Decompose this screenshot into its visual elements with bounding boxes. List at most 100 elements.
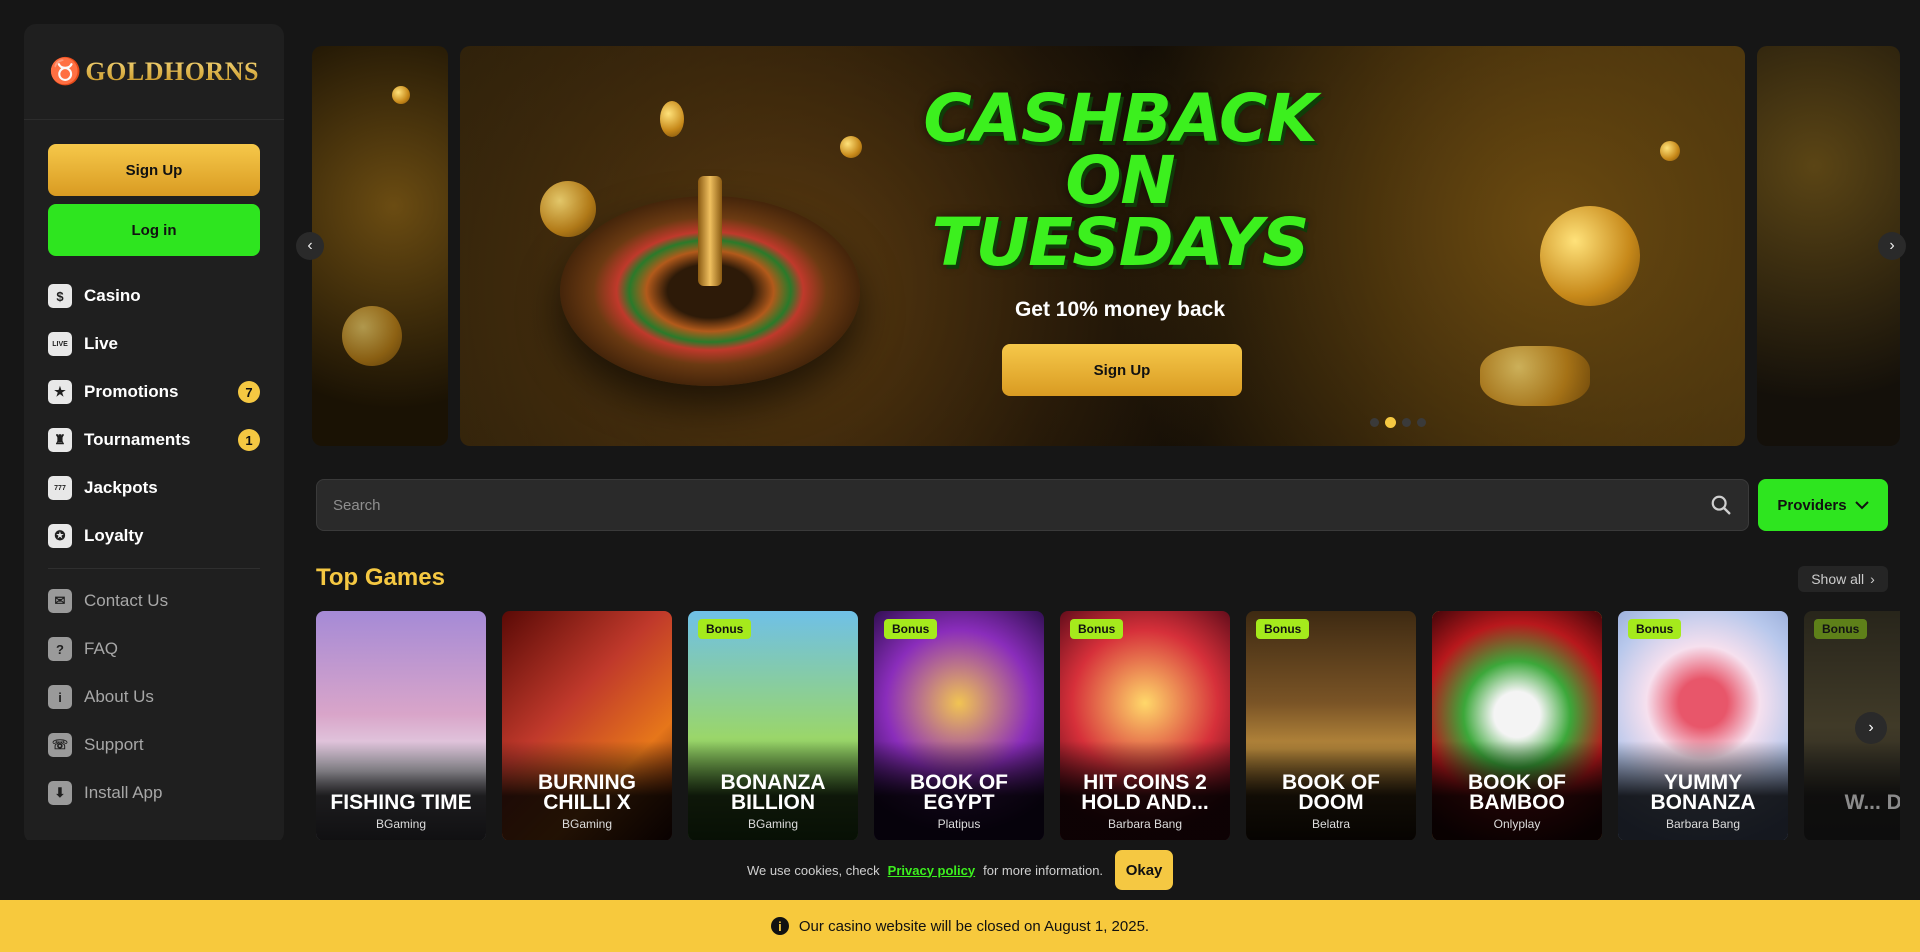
game-title: W... DE... [1844, 791, 1900, 814]
game-title: BOOK OF DOOM [1282, 771, 1380, 814]
carousel-dot[interactable] [1370, 418, 1379, 427]
banner-signup-button[interactable]: Sign Up [1002, 344, 1242, 396]
chevron-down-icon [1854, 501, 1869, 510]
game-provider: BGaming [561, 817, 613, 831]
game-tile[interactable]: BONANZA BILLION BGaming Bonus [688, 611, 858, 841]
chevron-right-icon: › [1870, 571, 1875, 587]
loyalty-icon: ✪ [48, 524, 72, 548]
cookie-okay-button[interactable]: Okay [1115, 850, 1174, 890]
signup-button[interactable]: Sign Up [48, 144, 260, 196]
download-icon: ⬇ [48, 781, 72, 805]
sidebar-item-label: Tournaments [84, 430, 191, 449]
search-icon[interactable] [1710, 494, 1732, 516]
live-icon: LIVE [48, 332, 72, 356]
game-tile[interactable]: FISHING TIME BGaming [316, 611, 486, 841]
game-title: BOOK OF EGYPT [910, 771, 1008, 814]
jackpot-icon: 777 [48, 476, 72, 500]
bonus-badge: Bonus [1628, 619, 1682, 639]
sidebar-item-label: Support [84, 735, 144, 754]
cookie-text-after: for more information. [983, 862, 1104, 878]
sidebar-item-jackpots[interactable]: 777 Jackpots [48, 464, 260, 512]
bonus-badge: Bonus [1256, 619, 1310, 639]
carousel-active-slide[interactable]: CASHBACK ON TUESDAYS Get 10% money back … [460, 46, 1745, 446]
games-next-arrow-icon[interactable]: › [1855, 712, 1887, 744]
sidebar-item-label: About Us [84, 687, 154, 706]
show-all-label: Show all [1811, 571, 1865, 587]
sidebar-item-label: Casino [84, 286, 141, 305]
game-tile[interactable]: BOOK OF BAMBOO Onlyplay [1432, 611, 1602, 841]
top-games-row: FISHING TIME BGaming BURNING CHILLI X BGami… [316, 611, 1900, 841]
privacy-policy-link[interactable]: Privacy policy [888, 863, 975, 878]
game-title: BONANZA BILLION [720, 771, 826, 814]
sidebar-item-casino[interactable]: $ Casino [48, 272, 260, 320]
sidebar-item-label: Promotions [84, 382, 179, 401]
sidebar-nav: $ Casino LIVE Live ★ Promotions 7 ♜ Tournaments 1… [48, 272, 260, 817]
top-games-title: Top Games [316, 564, 445, 591]
cookie-banner: We use cookies, check Privacy policy for… [0, 840, 1920, 900]
cookie-text-before: We use cookies, check [746, 862, 880, 878]
casino-chip-icon: $ [48, 284, 72, 308]
sidebar-item-about-us[interactable]: i About Us [48, 673, 260, 721]
sidebar-item-install-app[interactable]: ⬇ Install App [48, 769, 260, 817]
carousel-dots [1370, 417, 1426, 428]
sidebar-item-contact-us[interactable]: ✉ Contact Us [48, 577, 260, 625]
game-title: HIT COINS 2 HOLD AND... [1081, 771, 1209, 814]
about-icon: i [48, 685, 72, 709]
promo-carousel: CASHBACK ON TUESDAYS Get 10% money back … [296, 46, 1906, 446]
horns-logo-icon: ♉ [49, 56, 82, 86]
sidebar-item-tournaments[interactable]: ♜ Tournaments 1 [48, 416, 260, 464]
game-tile[interactable]: YUMMY BONANZA Barbara Bang Bonus [1618, 611, 1788, 841]
game-title: BURNING CHILLI X [538, 771, 636, 814]
bonus-badge: Bonus [1070, 619, 1124, 639]
carousel-next-arrow-icon[interactable]: › [1878, 232, 1906, 260]
game-provider: BGaming [375, 817, 427, 831]
search-input[interactable]: Search [316, 479, 1749, 531]
sidebar-item-label: Install App [84, 783, 163, 802]
nav-divider [48, 568, 260, 569]
logo-text: GOLDHORNS [85, 56, 259, 86]
support-icon: ☏ [48, 733, 72, 757]
game-tile[interactable]: BOOK OF EGYPT Platipus Bonus [874, 611, 1044, 841]
providers-dropdown[interactable]: Providers [1758, 479, 1888, 531]
sidebar-item-label: Live [84, 334, 119, 353]
bonus-badge: Bonus [1814, 619, 1868, 639]
sidebar-item-label: Jackpots [84, 478, 158, 497]
game-provider: Onlyplay [1493, 817, 1541, 831]
sidebar-item-live[interactable]: LIVE Live [48, 320, 260, 368]
providers-label: Providers [1777, 496, 1847, 514]
search-placeholder: Search [333, 496, 381, 514]
game-provider: Belatra [1311, 817, 1351, 831]
carousel-dot[interactable] [1417, 418, 1426, 427]
carousel-dot[interactable] [1385, 417, 1396, 428]
game-tile[interactable]: HIT COINS 2 HOLD AND... Barbara Bang Bonus [1060, 611, 1230, 841]
sidebar-item-label: FAQ [84, 639, 119, 658]
show-all-link[interactable]: Show all › [1798, 566, 1888, 592]
banner-headline: CASHBACK ON TUESDAYS [923, 80, 1317, 281]
count-badge: 7 [238, 381, 260, 403]
info-icon: i [770, 917, 789, 935]
game-tile[interactable]: BOOK OF DOOM Belatra Bonus [1246, 611, 1416, 841]
trophy-icon: ♜ [48, 428, 72, 452]
sidebar-item-loyalty[interactable]: ✪ Loyalty [48, 512, 260, 560]
sidebar-item-promotions[interactable]: ★ Promotions 7 [48, 368, 260, 416]
closure-notice: i Our casino website will be closed on A… [0, 900, 1920, 952]
faq-icon: ? [48, 637, 72, 661]
game-title: YUMMY BONANZA [1650, 771, 1756, 814]
game-title: BOOK OF BAMBOO [1468, 771, 1566, 814]
logo[interactable]: ♉ GOLDHORNS [24, 24, 284, 120]
carousel-prev-arrow-icon[interactable]: ‹ [296, 232, 324, 260]
count-badge: 1 [238, 429, 260, 451]
sidebar-item-label: Loyalty [84, 526, 144, 545]
game-provider: BGaming [747, 817, 799, 831]
notice-text: Our casino website will be closed on Aug… [798, 917, 1150, 935]
carousel-prev-slide[interactable] [312, 46, 448, 446]
game-provider: Barbara Bang [1107, 817, 1183, 831]
carousel-dot[interactable] [1402, 418, 1411, 427]
mail-icon: ✉ [48, 589, 72, 613]
game-tile[interactable]: BURNING CHILLI X BGaming [502, 611, 672, 841]
sidebar-item-support[interactable]: ☏ Support [48, 721, 260, 769]
bonus-badge: Bonus [698, 619, 752, 639]
sidebar-item-faq[interactable]: ? FAQ [48, 625, 260, 673]
login-button[interactable]: Log in [48, 204, 260, 256]
roulette-spindle-image [698, 176, 722, 286]
